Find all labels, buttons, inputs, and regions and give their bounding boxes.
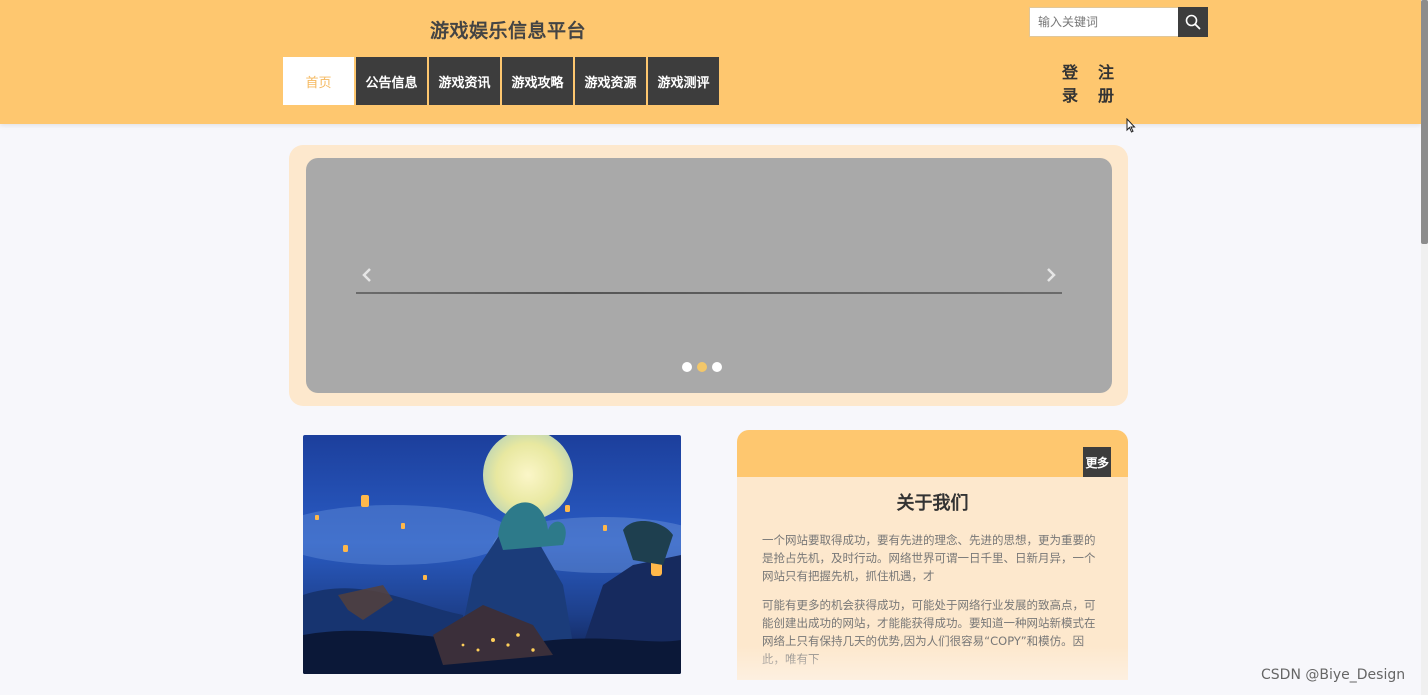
nav-item-resources[interactable]: 游戏资源	[575, 57, 646, 105]
fantasy-night-landscape-image	[303, 435, 681, 674]
login-link[interactable]: 登录	[1061, 61, 1079, 107]
about-title: 关于我们	[896, 493, 969, 514]
mouse-cursor-icon	[1126, 118, 1136, 133]
chevron-left-icon	[362, 268, 371, 282]
about-header-bar: 更多	[737, 430, 1128, 477]
carousel-dot[interactable]	[682, 362, 692, 372]
header: 游戏娱乐信息平台 首页 公告信息 游戏资讯 游戏攻略 游戏资源 游戏测评 登录 …	[0, 0, 1421, 124]
nav-item-guides[interactable]: 游戏攻略	[502, 57, 573, 105]
about-paragraph: 一个网站要取得成功，要有先进的理念、先进的思想，更为重要的是抢占先机，及时行动。…	[762, 533, 1096, 583]
nav-item-reviews[interactable]: 游戏测评	[648, 57, 719, 105]
carousel-slide-placeholder	[356, 292, 1062, 294]
chevron-right-icon	[1047, 268, 1056, 282]
scrollbar-thumb[interactable]	[1421, 0, 1428, 244]
search-input[interactable]	[1029, 7, 1178, 37]
main-nav: 首页 公告信息 游戏资讯 游戏攻略 游戏资源 游戏测评	[283, 57, 721, 105]
search-icon	[1185, 14, 1201, 30]
register-link[interactable]: 注册	[1097, 61, 1115, 107]
nav-item-announcements[interactable]: 公告信息	[356, 57, 427, 105]
about-fade-overlay	[737, 646, 1128, 680]
watermark: CSDN @Biye_Design	[1261, 667, 1406, 683]
more-button[interactable]: 更多	[1083, 447, 1111, 477]
site-title: 游戏娱乐信息平台	[430, 20, 587, 42]
carousel-dot-active[interactable]	[697, 362, 707, 372]
nav-item-news[interactable]: 游戏资讯	[429, 57, 500, 105]
about-section: 更多 关于我们 一个网站要取得成功，要有先进的理念、先进的思想，更为重要的是抢占…	[737, 430, 1128, 680]
carousel[interactable]	[306, 158, 1112, 393]
search-button[interactable]	[1178, 7, 1208, 37]
carousel-next-button[interactable]	[1041, 265, 1061, 285]
carousel-indicators	[682, 362, 722, 372]
carousel-prev-button[interactable]	[357, 265, 377, 285]
search-bar	[1029, 7, 1208, 37]
carousel-dot[interactable]	[712, 362, 722, 372]
featured-image[interactable]	[303, 435, 681, 674]
nav-item-home[interactable]: 首页	[283, 57, 354, 105]
page-scrollbar[interactable]	[1421, 0, 1428, 695]
